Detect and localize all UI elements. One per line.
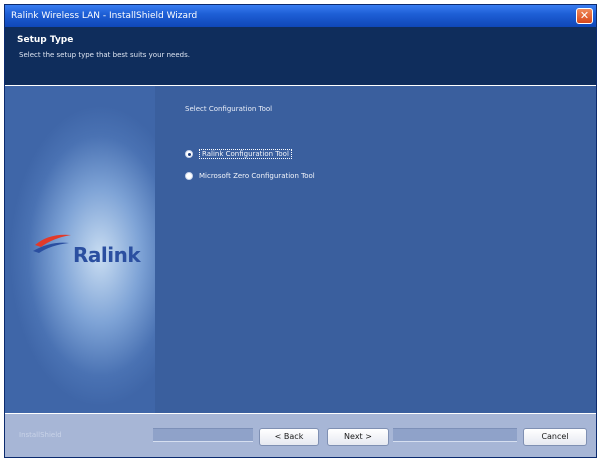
back-button[interactable]: < Back [259, 428, 319, 446]
page-title: Setup Type [17, 35, 74, 45]
section-label: Select Configuration Tool [185, 105, 273, 113]
radio-unselected-icon[interactable] [185, 172, 193, 180]
next-button[interactable]: Next > [327, 428, 389, 446]
radio-selected-icon[interactable] [185, 150, 193, 158]
side-banner: Ralink [5, 86, 155, 416]
option-label: Ralink Configuration Tool [199, 149, 292, 159]
logo-wordmark: Ralink [73, 243, 141, 267]
window-title: Ralink Wireless LAN - InstallShield Wiza… [11, 11, 198, 21]
option-microsoft-zero-config-tool[interactable]: Microsoft Zero Configuration Tool [185, 169, 315, 183]
footer-divider [393, 428, 517, 442]
wizard-header: Setup Type Select the setup type that be… [5, 27, 596, 86]
ralink-swoosh-icon [33, 234, 71, 253]
installer-window: Ralink Wireless LAN - InstallShield Wiza… [4, 4, 597, 458]
close-icon: ✕ [579, 9, 590, 22]
option-ralink-config-tool[interactable]: Ralink Configuration Tool [185, 147, 292, 161]
ralink-logo: Ralink [33, 229, 143, 269]
wizard-footer: InstallShield < Back Next > Cancel [5, 413, 596, 457]
close-button[interactable]: ✕ [576, 8, 593, 24]
title-bar[interactable]: Ralink Wireless LAN - InstallShield Wiza… [5, 5, 596, 27]
option-label: Microsoft Zero Configuration Tool [199, 172, 315, 180]
cancel-button[interactable]: Cancel [523, 428, 587, 446]
footer-divider [153, 428, 253, 442]
page-subtitle: Select the setup type that best suits yo… [19, 51, 190, 59]
wizard-content: Select Configuration Tool Ralink Configu… [155, 86, 596, 416]
installshield-brand: InstallShield [19, 431, 62, 439]
